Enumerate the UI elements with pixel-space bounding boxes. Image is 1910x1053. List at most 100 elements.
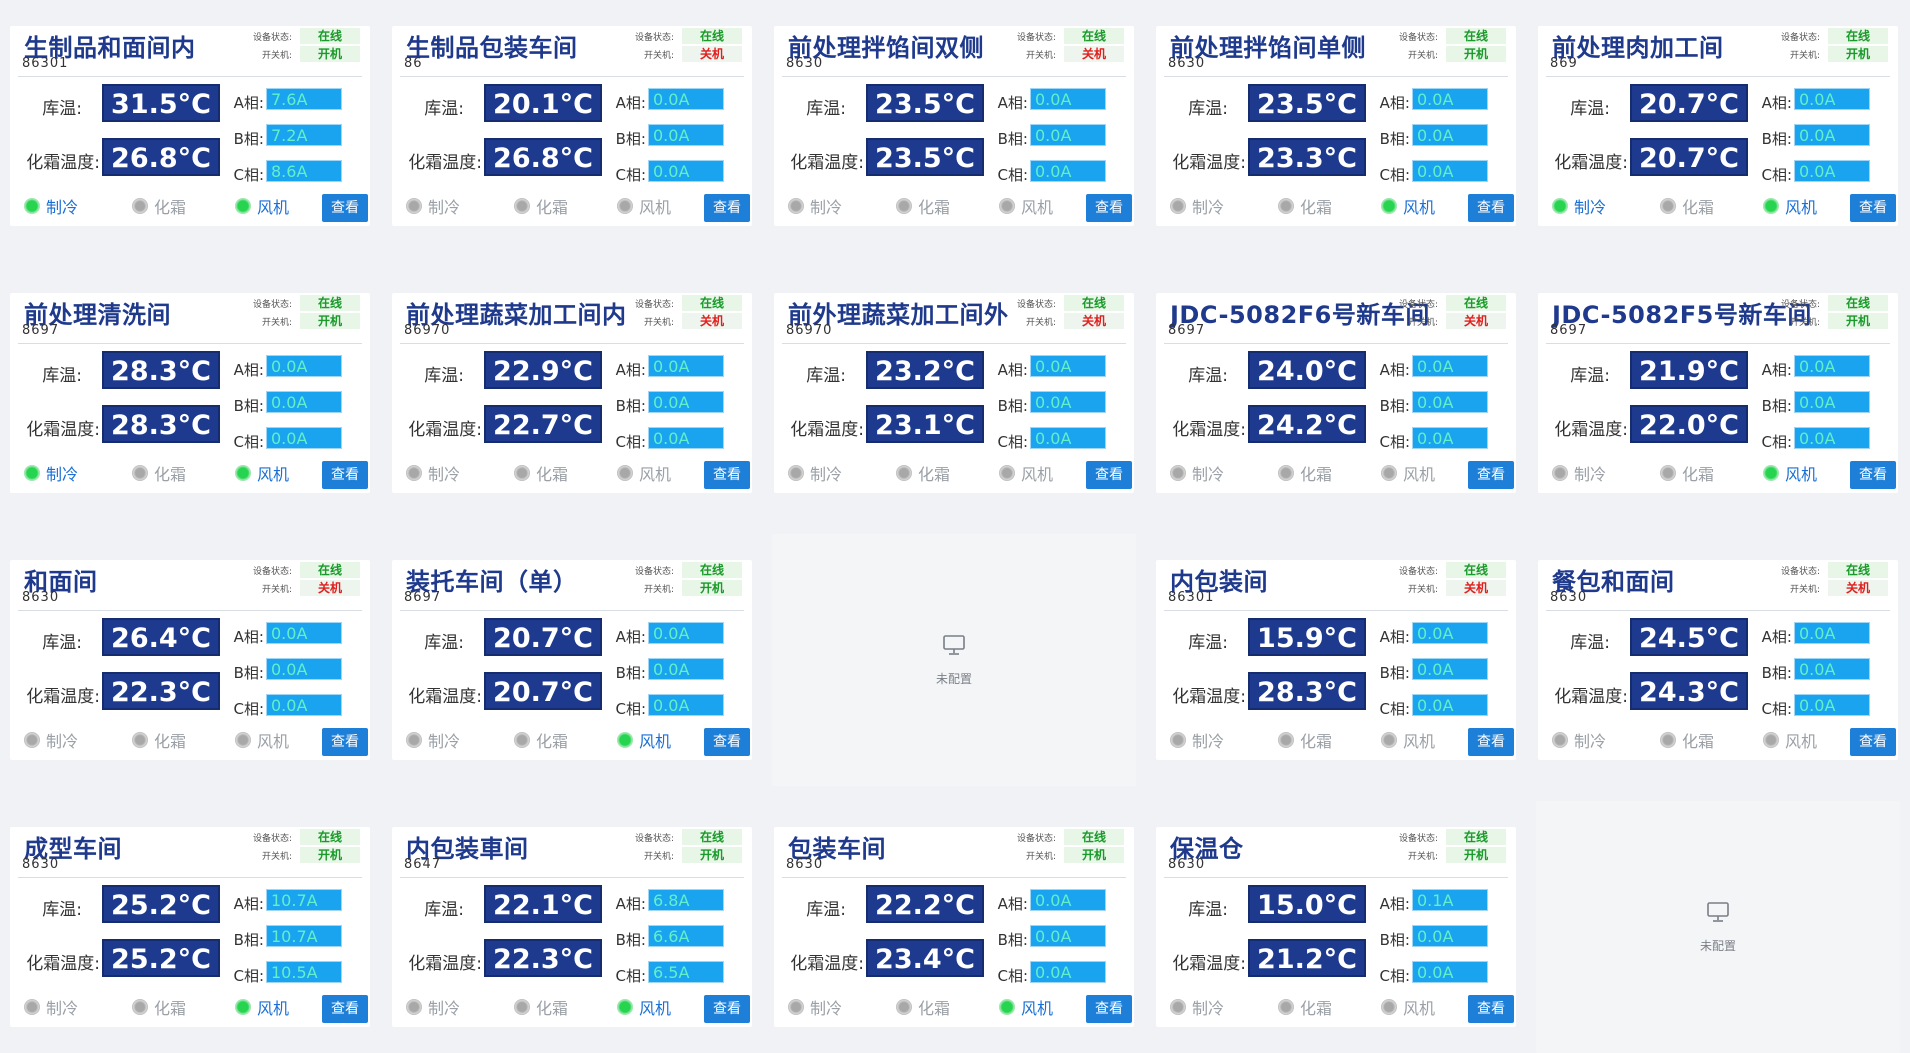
view-button[interactable]: 查看 — [1850, 461, 1896, 489]
view-button[interactable]: 查看 — [1086, 995, 1132, 1023]
device-id: 86970 — [404, 323, 451, 338]
room-temp-label: 库温: — [42, 366, 82, 386]
card-title: 内包装車间 — [406, 835, 529, 863]
cooling-label: 制冷 — [1192, 465, 1225, 484]
divider — [782, 343, 1126, 344]
device-status-label: 设备状态: — [1016, 834, 1056, 844]
card-title: 保温仓 — [1170, 835, 1244, 863]
power-badge: 开机 — [1446, 847, 1506, 863]
device-status-label: 设备状态: — [252, 834, 292, 844]
view-button[interactable]: 查看 — [1086, 194, 1132, 222]
room-temp-label: 库温: — [424, 99, 464, 119]
defrost-indicator: 化霜 — [1660, 728, 1714, 752]
phase-b-current: 0.0A — [1030, 124, 1106, 146]
defrost-label: 化霜 — [154, 999, 187, 1018]
online-badge: 在线 — [300, 295, 360, 311]
unconfigured-card: 未配置 — [1536, 801, 1900, 1053]
phase-c-current: 0.0A — [1030, 427, 1106, 449]
phase-c-label: C相: — [997, 967, 1028, 985]
view-button[interactable]: 查看 — [1468, 995, 1514, 1023]
phase-b-label: B相: — [233, 931, 264, 949]
device-status-label: 设备状态: — [1780, 33, 1820, 43]
defrost-temp-label: 化霜温度: — [408, 153, 482, 173]
status-dot-icon — [1278, 198, 1294, 214]
fan-indicator: 风机 — [235, 194, 289, 218]
view-button[interactable]: 查看 — [1850, 728, 1896, 756]
defrost-indicator: 化霜 — [896, 194, 950, 218]
card-title: 餐包和面间 — [1552, 568, 1675, 596]
phase-a-current: 0.0A — [1412, 355, 1488, 377]
power-label: 开关机: — [1407, 852, 1438, 862]
device-id: 8697 — [22, 323, 60, 338]
divider — [400, 343, 744, 344]
fan-label: 风机 — [639, 465, 672, 484]
phase-a-current: 0.0A — [1794, 622, 1870, 644]
defrost-label: 化霜 — [536, 465, 569, 484]
defrost-label: 化霜 — [1300, 999, 1333, 1018]
fan-indicator: 风机 — [999, 461, 1053, 485]
power-badge: 开机 — [300, 847, 360, 863]
divider — [782, 877, 1126, 878]
status-dot-icon — [406, 732, 422, 748]
phase-c-label: C相: — [1379, 967, 1410, 985]
phase-b-current: 6.6A — [648, 925, 724, 947]
room-temp-label: 库温: — [1570, 99, 1610, 119]
device-card: 前处理拌馅间双侧 8630 设备状态: 在线 开关机: 关机 库温: 23.5°C 化霜温度: 2… — [774, 26, 1134, 226]
status-dot-icon — [1552, 465, 1568, 481]
view-button[interactable]: 查看 — [704, 194, 750, 222]
defrost-label: 化霜 — [1300, 465, 1333, 484]
room-temp-value: 24.0°C — [1248, 351, 1366, 389]
fan-label: 风机 — [1021, 465, 1054, 484]
status-dot-icon — [24, 732, 40, 748]
fan-indicator: 风机 — [1763, 194, 1817, 218]
view-button[interactable]: 查看 — [1086, 461, 1132, 489]
device-status-label: 设备状态: — [1016, 33, 1056, 43]
view-button[interactable]: 查看 — [1468, 461, 1514, 489]
power-badge: 开机 — [1828, 313, 1888, 329]
phase-a-label: A相: — [615, 94, 646, 112]
fan-indicator: 风机 — [617, 728, 671, 752]
phase-b-current: 7.2A — [266, 124, 342, 146]
status-dot-icon — [24, 465, 40, 481]
phase-b-label: B相: — [615, 931, 646, 949]
room-temp-value: 31.5°C — [102, 84, 220, 122]
defrost-temp-value: 24.3°C — [1630, 672, 1748, 710]
room-temp-label: 库温: — [806, 366, 846, 386]
power-label: 开关机: — [261, 585, 292, 595]
phase-c-current: 0.0A — [1412, 694, 1488, 716]
card-title: 前处理肉加工间 — [1552, 34, 1724, 62]
defrost-temp-value: 20.7°C — [1630, 138, 1748, 176]
card-title: 成型车间 — [24, 835, 122, 863]
online-badge: 在线 — [682, 28, 742, 44]
device-id: 869 — [1550, 56, 1578, 71]
phase-c-current: 0.0A — [266, 694, 342, 716]
defrost-label: 化霜 — [1682, 198, 1715, 217]
view-button[interactable]: 查看 — [322, 728, 368, 756]
power-badge: 关机 — [1064, 46, 1124, 62]
cooling-label: 制冷 — [428, 465, 461, 484]
view-button[interactable]: 查看 — [704, 995, 750, 1023]
phase-a-label: A相: — [997, 361, 1028, 379]
phase-a-label: A相: — [1379, 94, 1410, 112]
view-button[interactable]: 查看 — [322, 461, 368, 489]
view-button[interactable]: 查看 — [322, 194, 368, 222]
device-card: 餐包和面间 8630 设备状态: 在线 开关机: 关机 库温: 24.5°C 化霜温度: 24.3… — [1538, 560, 1898, 760]
cooling-indicator: 制冷 — [1170, 194, 1224, 218]
phase-b-label: B相: — [1379, 397, 1410, 415]
defrost-temp-label: 化霜温度: — [1172, 954, 1246, 974]
room-temp-label: 库温: — [42, 633, 82, 653]
view-button[interactable]: 查看 — [1468, 194, 1514, 222]
phase-a-current: 0.1A — [1412, 889, 1488, 911]
view-button[interactable]: 查看 — [1468, 728, 1514, 756]
defrost-temp-value: 24.2°C — [1248, 405, 1366, 443]
card-title: 装托车间（单） — [406, 568, 578, 596]
view-button[interactable]: 查看 — [704, 461, 750, 489]
phase-c-current: 0.0A — [1412, 427, 1488, 449]
view-button[interactable]: 查看 — [704, 728, 750, 756]
device-id: 86970 — [786, 323, 833, 338]
phase-b-current: 10.7A — [266, 925, 342, 947]
monitor-grid: 生制品和面间内 86301 设备状态: 在线 开关机: 开机 库温: 31.5°C 化霜温度: 2… — [0, 0, 1910, 1053]
defrost-label: 化霜 — [536, 732, 569, 751]
view-button[interactable]: 查看 — [1850, 194, 1896, 222]
view-button[interactable]: 查看 — [322, 995, 368, 1023]
